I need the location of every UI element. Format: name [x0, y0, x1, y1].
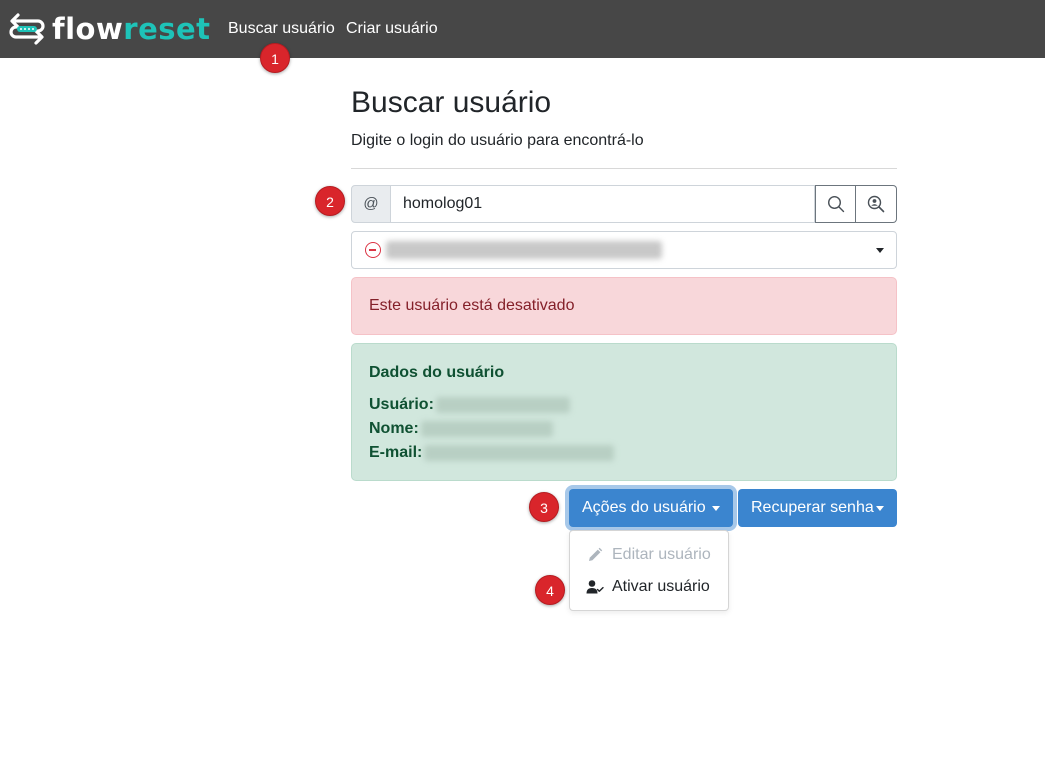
redacted-user-option	[386, 241, 662, 259]
redacted-usuario	[435, 397, 570, 413]
refresh-arrows-icon	[9, 13, 45, 45]
at-prefix: @	[351, 185, 391, 223]
top-navbar: flowreset Buscar usuário Criar usuário	[0, 0, 1045, 58]
user-check-icon	[586, 578, 604, 596]
search-icon	[827, 195, 844, 213]
disabled-status-icon	[365, 242, 381, 258]
step-badge-3: 3	[529, 492, 559, 522]
page-subtitle: Digite o login do usuário para encontrá-…	[351, 132, 644, 149]
usuario-label: Usuário:	[369, 396, 434, 413]
redacted-email	[424, 445, 615, 461]
step-badge-4: 4	[535, 575, 565, 605]
advanced-search-button[interactable]	[856, 185, 897, 223]
brand-name: flowreset	[52, 12, 211, 46]
acoes-button-label: Ações do usuário	[582, 499, 706, 516]
brand-logo[interactable]: flowreset	[8, 12, 211, 46]
step-badge-2: 2	[315, 186, 345, 216]
recuperar-senha-button[interactable]: Recuperar senha	[738, 489, 897, 527]
step-badge-1: 1	[260, 43, 290, 73]
nome-label: Nome:	[369, 420, 419, 437]
user-info-title: Dados do usuário	[369, 364, 505, 381]
acoes-do-usuario-button[interactable]: Ações do usuário	[569, 489, 733, 527]
email-label: E-mail:	[369, 444, 423, 461]
chevron-down-icon	[876, 248, 884, 253]
divider	[351, 168, 897, 169]
info-row-nome: Nome:	[369, 420, 553, 438]
page-title: Buscar usuário	[351, 86, 552, 119]
search-button[interactable]	[815, 185, 856, 223]
user-info-panel: Dados do usuário Usuário: Nome: E-mail:	[351, 343, 897, 481]
user-result-select[interactable]	[351, 231, 897, 269]
redacted-nome	[420, 421, 553, 437]
disabled-user-alert: Este usuário está desativado	[351, 277, 897, 335]
editar-usuario-label: Editar usuário	[612, 546, 711, 563]
user-search-icon	[867, 195, 885, 213]
menu-item-editar-usuario[interactable]: Editar usuário	[570, 539, 728, 571]
acoes-dropdown-menu: Editar usuário Ativar usuário	[569, 530, 729, 611]
caret-down-icon	[712, 506, 720, 511]
menu-item-ativar-usuario[interactable]: Ativar usuário	[570, 571, 728, 603]
nav-link-criar-usuario[interactable]: Criar usuário	[346, 19, 438, 39]
ativar-usuario-label: Ativar usuário	[612, 578, 710, 595]
nav-link-buscar-usuario[interactable]: Buscar usuário	[228, 19, 335, 39]
recuperar-button-label: Recuperar senha	[751, 499, 874, 516]
search-input[interactable]	[391, 185, 815, 223]
caret-down-icon	[876, 506, 884, 511]
search-input-group: @	[351, 185, 897, 223]
pencil-icon	[586, 546, 604, 564]
info-row-usuario: Usuário:	[369, 396, 570, 414]
info-row-email: E-mail:	[369, 444, 615, 462]
